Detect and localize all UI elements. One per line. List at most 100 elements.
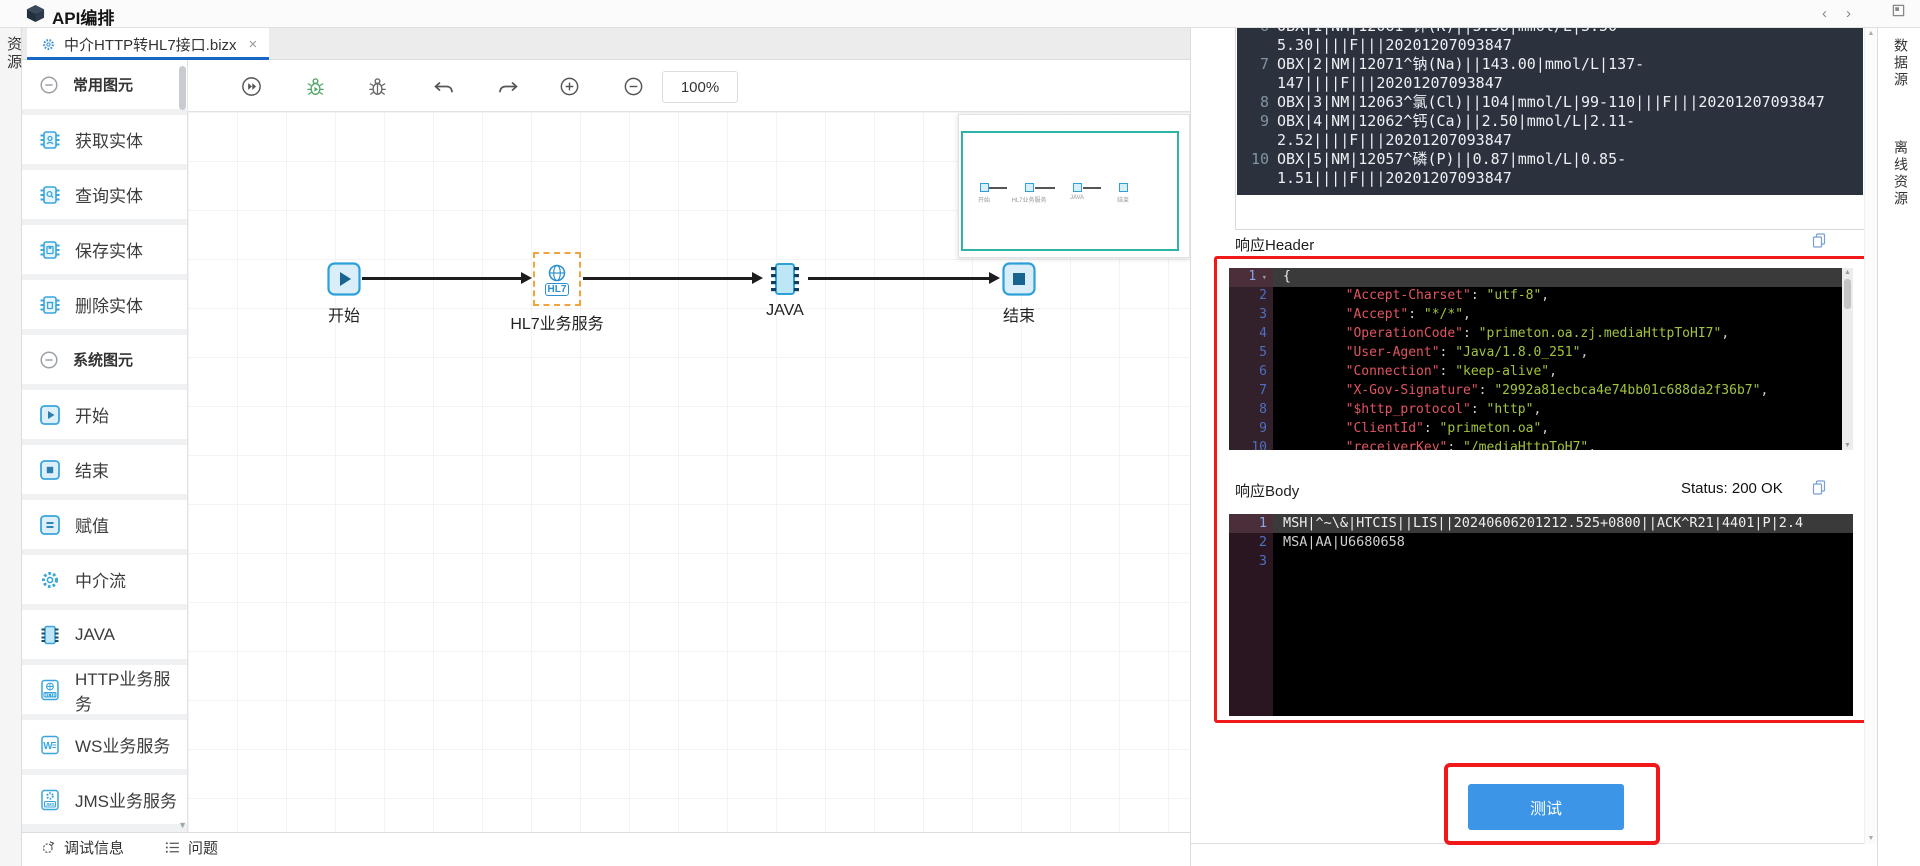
minimap-edge bbox=[1035, 187, 1055, 189]
scroll-down-icon[interactable]: ▼ bbox=[1865, 835, 1877, 842]
palette-item-query-entity[interactable]: 查询实体 bbox=[22, 170, 187, 219]
palette-item-delete-entity[interactable]: 删除实体 bbox=[22, 280, 187, 329]
api-orchestration-window: API编排 ‹ › 资源 中介HTTP转HL7接口.bizx × 常用图元 获取… bbox=[0, 0, 1920, 866]
palette-item-ws-service[interactable]: W WS业务服务 bbox=[22, 720, 187, 769]
edge-start-to-hl7[interactable] bbox=[362, 277, 522, 280]
palette-item-get-entity[interactable]: 获取实体 bbox=[22, 115, 187, 164]
debug-info-icon bbox=[40, 839, 57, 856]
resource-rail-label[interactable]: 资源 bbox=[3, 36, 24, 72]
code-line: 2.52||||F|||20201207093847 bbox=[1237, 131, 1863, 150]
gear-icon bbox=[41, 37, 56, 52]
palette-item-start[interactable]: 开始 bbox=[22, 390, 187, 439]
tab-bar: 中介HTTP转HL7接口.bizx × bbox=[22, 28, 1190, 60]
redo-icon[interactable] bbox=[496, 75, 520, 104]
zoom-out-icon[interactable] bbox=[622, 75, 645, 103]
java-node-icon bbox=[765, 259, 805, 299]
flow-canvas[interactable]: 开始 HL7 HL7业务服务 JAVA 结束 开始 HL7业务服务 JAVA bbox=[188, 112, 1190, 832]
node-java[interactable] bbox=[765, 259, 805, 304]
palette-section-system[interactable]: 系统图元 bbox=[22, 335, 187, 384]
minimap-label: JAVA bbox=[1070, 195, 1084, 201]
ws-service-icon: W bbox=[38, 733, 62, 757]
http-service-icon: HTTP bbox=[38, 678, 62, 702]
scroll-up-icon[interactable]: ▲ bbox=[1865, 30, 1877, 37]
run-icon[interactable] bbox=[240, 75, 263, 103]
zoom-in-icon[interactable] bbox=[558, 75, 581, 103]
test-button[interactable]: 测试 bbox=[1468, 784, 1624, 830]
nav-back-icon[interactable]: ‹ bbox=[1822, 5, 1827, 23]
tab-close-icon[interactable]: × bbox=[249, 36, 258, 53]
code-line: 1.51||||F|||20201207093847 bbox=[1237, 169, 1863, 188]
palette-scrollbar-thumb[interactable] bbox=[179, 66, 186, 110]
hl7-badge: HL7 bbox=[545, 283, 570, 296]
node-end[interactable] bbox=[1002, 262, 1036, 301]
scroll-up-icon[interactable]: ▲ bbox=[1842, 269, 1853, 276]
chip-get-entity-icon bbox=[38, 128, 62, 152]
nav-forward-icon[interactable]: › bbox=[1846, 5, 1851, 23]
minimap-label: HL7业务服务 bbox=[1011, 195, 1046, 204]
response-header-code[interactable]: 1 ▾{2 "Accept-Charset": "utf-8",3 "Accep… bbox=[1229, 268, 1853, 450]
svg-text:JMS: JMS bbox=[45, 801, 54, 806]
collapse-minus-icon bbox=[38, 74, 60, 96]
end-node-icon bbox=[1002, 262, 1036, 296]
palette-item-mediation-flow[interactable]: 中介流 bbox=[22, 555, 187, 604]
tab-label: 中介HTTP转HL7接口.bizx bbox=[64, 34, 237, 55]
response-body-code[interactable]: 1MSH|^~\&|HTCIS||LIS||20240606201212.525… bbox=[1229, 514, 1853, 716]
undo-icon[interactable] bbox=[432, 75, 456, 104]
debug-info-tab[interactable]: 调试信息 bbox=[40, 837, 124, 858]
svg-text:HTTP: HTTP bbox=[44, 692, 56, 697]
code-line: 10OBX|5|NM|12057^磷(P)||0.87|mmol/L|0.85- bbox=[1237, 150, 1863, 169]
zoom-level-display[interactable]: 100% bbox=[662, 71, 738, 103]
code-scrollbar[interactable]: ▲▼ bbox=[1842, 268, 1853, 450]
tab-biz-file[interactable]: 中介HTTP转HL7接口.bizx × bbox=[27, 28, 269, 60]
chip-save-entity-icon bbox=[38, 238, 62, 262]
request-body-container: 6OBX|1|NM|12061^钾(K)||5.38|mmol/L|3.50-5… bbox=[1235, 28, 1865, 230]
node-label-start: 开始 bbox=[304, 302, 384, 326]
code-line: 3 "Accept": "*/*", bbox=[1229, 306, 1853, 325]
palette-section-common[interactable]: 常用图元 bbox=[22, 60, 187, 109]
code-line: 6 "Connection": "keep-alive", bbox=[1229, 363, 1853, 382]
edge-hl7-to-java[interactable] bbox=[583, 277, 753, 280]
node-label-java: JAVA bbox=[745, 302, 825, 320]
page-title: API编排 bbox=[52, 4, 114, 29]
node-start[interactable] bbox=[327, 262, 361, 301]
code-line: 1 ▾{ bbox=[1229, 268, 1853, 287]
palette-item-assign[interactable]: 赋值 bbox=[22, 500, 187, 549]
scroll-down-icon[interactable]: ▼ bbox=[1842, 442, 1853, 449]
rail-tab-offline-resource[interactable]: 离线资源 bbox=[1891, 140, 1911, 208]
code-line: 4 "OperationCode": "primeton.oa.zj.media… bbox=[1229, 325, 1853, 344]
minimap-node-start bbox=[980, 183, 989, 192]
bug-icon[interactable] bbox=[366, 75, 389, 103]
panel-scrollbar[interactable]: ▲▼ bbox=[1864, 28, 1877, 844]
palette-item-http-service[interactable]: HTTP HTTP业务服务 bbox=[22, 665, 187, 714]
palette-item-jms-service[interactable]: JMS JMS业务服务 bbox=[22, 775, 187, 824]
palette-item-save-entity[interactable]: 保存实体 bbox=[22, 225, 187, 274]
request-body-code[interactable]: 6OBX|1|NM|12061^钾(K)||5.38|mmol/L|3.50-5… bbox=[1237, 28, 1863, 195]
chip-delete-entity-icon bbox=[38, 293, 62, 317]
issues-tab[interactable]: 问题 bbox=[164, 837, 218, 858]
code-line: 7OBX|2|NM|12071^钠(Na)||143.00|mmol/L|137… bbox=[1237, 55, 1863, 74]
minimap[interactable]: 开始 HL7业务服务 JAVA 结束 bbox=[958, 114, 1190, 258]
debug-run-icon[interactable] bbox=[304, 75, 327, 103]
start-node-icon bbox=[327, 262, 361, 296]
status-badge: Status: 200 OK bbox=[1681, 480, 1783, 497]
code-line: 2MSA|AA|U6680658 bbox=[1229, 533, 1853, 552]
palette-scroll-down-icon[interactable]: ▼ bbox=[178, 820, 187, 830]
code-line: 9 "ClientId": "primeton.oa", bbox=[1229, 420, 1853, 439]
canvas-toolbar: 100% bbox=[188, 60, 1190, 112]
code-line: 8 "$http_protocol": "http", bbox=[1229, 401, 1853, 420]
edge-java-to-end[interactable] bbox=[808, 277, 990, 280]
rail-tab-datasource[interactable]: 数据源 bbox=[1891, 38, 1911, 89]
minimap-label: 结束 bbox=[1117, 195, 1129, 204]
minimap-viewport[interactable] bbox=[961, 131, 1179, 251]
status-bar: 调试信息 问题 bbox=[22, 832, 1190, 862]
minimap-node-hl7 bbox=[1025, 183, 1034, 192]
window-layout-icon[interactable] bbox=[1892, 4, 1905, 22]
palette-item-end[interactable]: 结束 bbox=[22, 445, 187, 494]
node-label-end: 结束 bbox=[979, 302, 1059, 326]
node-hl7-service-selected[interactable]: HL7 bbox=[533, 252, 581, 306]
palette-item-java[interactable]: JAVA bbox=[22, 610, 187, 659]
copy-icon[interactable] bbox=[1811, 232, 1827, 254]
copy-icon[interactable] bbox=[1811, 479, 1827, 501]
issue-list-icon bbox=[164, 839, 181, 856]
jms-service-icon: JMS bbox=[38, 788, 62, 812]
